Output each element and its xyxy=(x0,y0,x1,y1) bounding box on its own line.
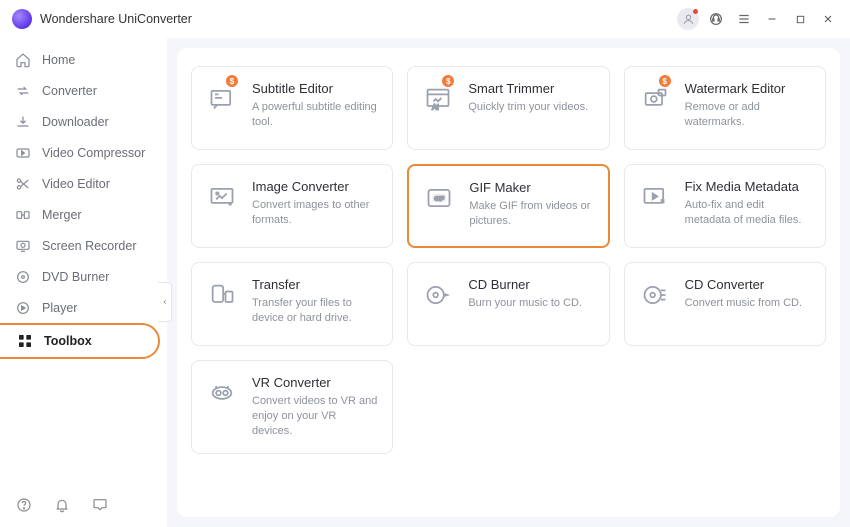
close-button[interactable] xyxy=(816,7,840,31)
tool-title: Subtitle Editor xyxy=(252,81,378,96)
sidebar-item-screen-recorder[interactable]: Screen Recorder xyxy=(0,230,166,261)
main-area: $ Subtitle Editor A powerful subtitle edit… xyxy=(167,38,850,527)
compress-icon xyxy=(14,144,32,162)
tool-title: GIF Maker xyxy=(469,180,593,195)
sidebar-item-label: Video Editor xyxy=(42,177,110,191)
disc-icon xyxy=(14,268,32,286)
feedback-button[interactable] xyxy=(90,495,110,515)
sidebar-item-label: Player xyxy=(42,301,77,315)
cd-converter-icon xyxy=(639,279,671,311)
sidebar-footer xyxy=(0,485,166,527)
sidebar-item-label: Screen Recorder xyxy=(42,239,137,253)
sidebar-item-toolbox[interactable]: Toolbox xyxy=(0,323,160,359)
sidebar-item-home[interactable]: Home xyxy=(0,44,166,75)
transfer-icon xyxy=(206,279,238,311)
tool-title: Fix Media Metadata xyxy=(685,179,811,194)
tool-card-cd-burner[interactable]: CD Burner Burn your music to CD. xyxy=(407,262,609,346)
scissors-icon xyxy=(14,175,32,193)
svg-text:GIF: GIF xyxy=(435,196,445,202)
menu-button[interactable] xyxy=(732,7,756,31)
image-converter-icon xyxy=(206,181,238,213)
app-title: Wondershare UniConverter xyxy=(40,12,192,26)
tool-description: A powerful subtitle editing tool. xyxy=(252,100,378,130)
minimize-button[interactable] xyxy=(760,7,784,31)
tool-card-smart-trimmer[interactable]: AI$Smart TrimmerQuickly trim your videos… xyxy=(407,66,609,150)
sidebar-item-label: DVD Burner xyxy=(42,270,109,284)
premium-badge-icon: $ xyxy=(659,75,671,87)
tool-title: Image Converter xyxy=(252,179,378,194)
toolbox-icon xyxy=(16,332,34,350)
sidebar-item-label: Home xyxy=(42,53,75,67)
premium-badge-icon: $ xyxy=(226,75,238,87)
tool-card-watermark-editor[interactable]: $ Watermark Editor Remove or add watermark… xyxy=(624,66,826,150)
svg-text:AI: AI xyxy=(432,105,439,112)
tool-card-subtitle-editor[interactable]: $ Subtitle Editor A powerful subtitle edit… xyxy=(191,66,393,150)
tool-description: Auto-fix and edit metadata of media file… xyxy=(685,198,811,228)
maximize-button[interactable] xyxy=(788,7,812,31)
collapse-sidebar-button[interactable] xyxy=(158,282,172,322)
tool-description: Remove or add watermarks. xyxy=(685,100,811,130)
tool-title: Transfer xyxy=(252,277,378,292)
tool-card-image-converter[interactable]: Image Converter Convert images to other f… xyxy=(191,164,393,248)
vr-converter-icon xyxy=(206,377,238,409)
tool-description: Transfer your files to device or hard dr… xyxy=(252,296,378,326)
notification-dot-icon xyxy=(693,9,698,14)
tool-title: CD Converter xyxy=(685,277,811,292)
app-logo-icon xyxy=(12,9,32,29)
sidebar-item-label: Downloader xyxy=(42,115,109,129)
tool-card-gif-maker[interactable]: GIF GIF Maker Make GIF from videos or pict… xyxy=(407,164,609,248)
home-icon xyxy=(14,51,32,69)
tool-title: Smart Trimmer xyxy=(468,81,594,96)
converter-icon xyxy=(14,82,32,100)
play-icon xyxy=(14,299,32,317)
tool-card-fix-media-metadata[interactable]: Fix Media Metadata Auto-fix and edit meta… xyxy=(624,164,826,248)
help-button[interactable] xyxy=(14,495,34,515)
sidebar-item-merger[interactable]: Merger xyxy=(0,199,166,230)
sidebar-item-label: Toolbox xyxy=(44,334,92,348)
tool-description: Burn your music to CD. xyxy=(468,296,594,311)
smart-trimmer-icon: AI xyxy=(422,83,454,115)
tool-description: Make GIF from videos or pictures. xyxy=(469,199,593,229)
tool-card-transfer[interactable]: Transfer Transfer your files to device or… xyxy=(191,262,393,346)
cd-burner-icon xyxy=(422,279,454,311)
tool-description: Convert images to other formats. xyxy=(252,198,378,228)
sidebar-item-label: Converter xyxy=(42,84,97,98)
merger-icon xyxy=(14,206,32,224)
tool-card-vr-converter[interactable]: VR Converter Convert videos to VR and enj… xyxy=(191,360,393,454)
tool-card-cd-converter[interactable]: CD Converter Convert music from CD. xyxy=(624,262,826,346)
sidebar-item-converter[interactable]: Converter xyxy=(0,75,166,106)
account-button[interactable] xyxy=(676,7,700,31)
support-button[interactable] xyxy=(704,7,728,31)
sidebar-item-dvd-burner[interactable]: DVD Burner xyxy=(0,261,166,292)
tool-description: Convert videos to VR and enjoy on your V… xyxy=(252,394,378,439)
gif-maker-icon: GIF xyxy=(423,182,455,214)
tool-description: Quickly trim your videos. xyxy=(468,100,594,115)
titlebar: Wondershare UniConverter xyxy=(0,0,850,38)
tool-description: Convert music from CD. xyxy=(685,296,811,311)
sidebar-item-video-compressor[interactable]: Video Compressor xyxy=(0,137,166,168)
fix-media-metadata-icon xyxy=(639,181,671,213)
record-icon xyxy=(14,237,32,255)
tool-title: VR Converter xyxy=(252,375,378,390)
sidebar-item-label: Merger xyxy=(42,208,82,222)
tool-title: Watermark Editor xyxy=(685,81,811,96)
watermark-editor-icon xyxy=(639,83,671,115)
subtitle-editor-icon xyxy=(206,83,238,115)
sidebar-item-video-editor[interactable]: Video Editor xyxy=(0,168,166,199)
sidebar-item-player[interactable]: Player xyxy=(0,292,166,323)
bell-button[interactable] xyxy=(52,495,72,515)
tool-title: CD Burner xyxy=(468,277,594,292)
sidebar: Home Converter Downloader Video Compress… xyxy=(0,38,167,527)
download-icon xyxy=(14,113,32,131)
sidebar-item-label: Video Compressor xyxy=(42,146,145,160)
toolbox-panel: $ Subtitle Editor A powerful subtitle edit… xyxy=(177,48,840,517)
sidebar-item-downloader[interactable]: Downloader xyxy=(0,106,166,137)
